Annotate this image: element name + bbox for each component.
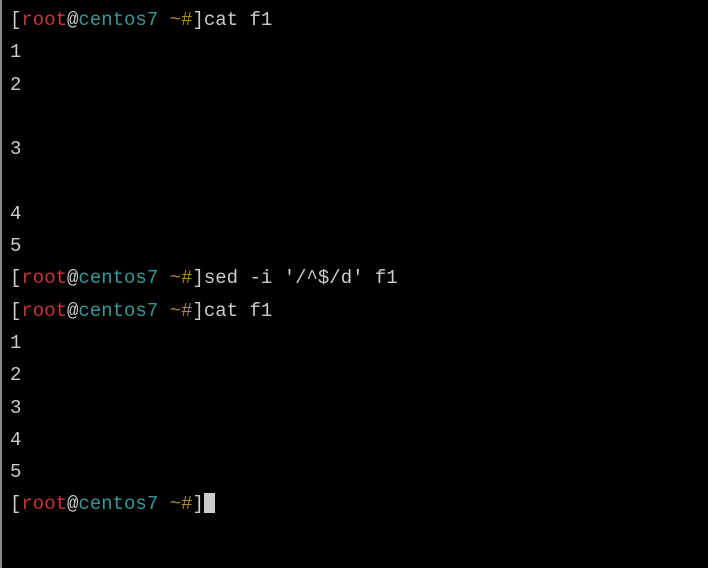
path: ~# <box>170 493 193 515</box>
output-text: 3 <box>10 138 21 160</box>
terminal-line: 3 <box>10 392 700 424</box>
output-text: 1 <box>10 41 21 63</box>
output-text <box>10 106 21 128</box>
terminal-line: [root@centos7 ~#] <box>10 488 700 520</box>
terminal-line: 5 <box>10 456 700 488</box>
command-text: cat f1 <box>204 9 272 31</box>
output-text: 5 <box>10 235 21 257</box>
terminal-line: 2 <box>10 69 700 101</box>
terminal-line: [root@centos7 ~#]sed -i '/^$/d' f1 <box>10 262 700 294</box>
open-bracket: [ <box>10 300 21 322</box>
output-text: 4 <box>10 203 21 225</box>
command-text: cat f1 <box>204 300 272 322</box>
user: root <box>21 9 67 31</box>
host: centos7 <box>78 300 158 322</box>
terminal-line: 2 <box>10 359 700 391</box>
terminal-line <box>10 165 700 197</box>
close-bracket: ] <box>192 267 203 289</box>
close-bracket: ] <box>192 300 203 322</box>
open-bracket: [ <box>10 493 21 515</box>
open-bracket: [ <box>10 267 21 289</box>
prompt: [root@centos7 ~#] <box>10 9 204 31</box>
terminal-line: 5 <box>10 230 700 262</box>
terminal-line: [root@centos7 ~#]cat f1 <box>10 295 700 327</box>
terminal-line <box>10 101 700 133</box>
at-sign: @ <box>67 493 78 515</box>
open-bracket: [ <box>10 9 21 31</box>
path: ~# <box>170 9 193 31</box>
close-bracket: ] <box>192 493 203 515</box>
path: ~# <box>170 267 193 289</box>
at-sign: @ <box>67 267 78 289</box>
path: ~# <box>170 300 193 322</box>
terminal-line: 1 <box>10 327 700 359</box>
terminal[interactable]: [root@centos7 ~#]cat f112 3 45[root@cent… <box>10 4 700 521</box>
host: centos7 <box>78 493 158 515</box>
host: centos7 <box>78 9 158 31</box>
prompt: [root@centos7 ~#] <box>10 300 204 322</box>
cursor <box>204 493 215 513</box>
user: root <box>21 493 67 515</box>
output-text: 2 <box>10 74 21 96</box>
terminal-line: 4 <box>10 198 700 230</box>
host: centos7 <box>78 267 158 289</box>
terminal-line: 3 <box>10 133 700 165</box>
prompt: [root@centos7 ~#] <box>10 493 204 515</box>
terminal-line: [root@centos7 ~#]cat f1 <box>10 4 700 36</box>
prompt: [root@centos7 ~#] <box>10 267 204 289</box>
terminal-line: 4 <box>10 424 700 456</box>
at-sign: @ <box>67 300 78 322</box>
user: root <box>21 300 67 322</box>
close-bracket: ] <box>192 9 203 31</box>
user: root <box>21 267 67 289</box>
output-text: 3 <box>10 397 21 419</box>
command-text: sed -i '/^$/d' f1 <box>204 267 398 289</box>
output-text <box>10 170 21 192</box>
terminal-line: 1 <box>10 36 700 68</box>
output-text: 1 <box>10 332 21 354</box>
at-sign: @ <box>67 9 78 31</box>
output-text: 4 <box>10 429 21 451</box>
output-text: 2 <box>10 364 21 386</box>
output-text: 5 <box>10 461 21 483</box>
